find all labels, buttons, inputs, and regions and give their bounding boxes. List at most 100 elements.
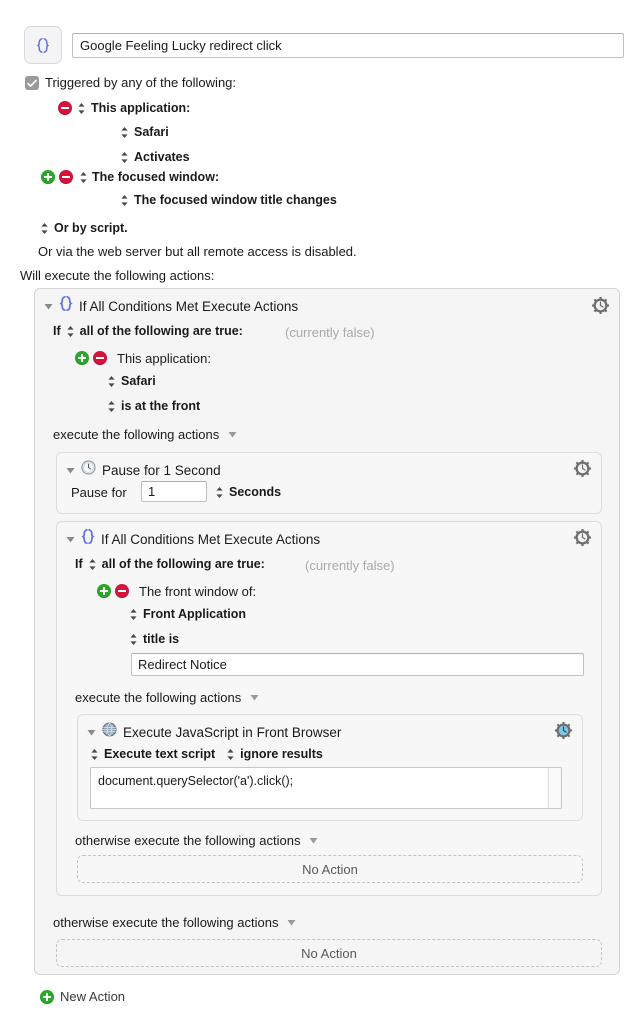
pause-unit-row[interactable]: Seconds	[215, 486, 281, 499]
stepper-icon[interactable]	[226, 748, 235, 761]
trigger-focused-window-row[interactable]: The focused window:	[41, 170, 219, 184]
checkmark-icon	[27, 79, 37, 88]
stepper-icon[interactable]	[40, 222, 49, 235]
gear-clock-icon[interactable]	[591, 296, 610, 315]
actions-header: Will execute the following actions:	[20, 268, 215, 283]
action-pause-title: Pause for 1 Second	[102, 462, 221, 478]
trigger-app-name-row[interactable]: Safari	[120, 126, 169, 139]
stepper-icon[interactable]	[215, 486, 224, 499]
braces-icon	[59, 295, 73, 316]
triangle-down-icon[interactable]	[287, 918, 296, 927]
inner-condition-window-row[interactable]: The front window of:	[97, 584, 256, 598]
triangle-down-icon[interactable]	[250, 693, 259, 702]
triangle-down-icon[interactable]	[228, 430, 237, 439]
outer-otherwise-row[interactable]: otherwise execute the following actions	[53, 916, 296, 929]
js-script-value: document.querySelector('a').click();	[98, 774, 294, 788]
pause-duration-value: 1	[148, 484, 156, 499]
outer-condition-app-state: is at the front	[121, 399, 201, 414]
inner-condition-match-row[interactable]: If all of the following are true:	[75, 558, 265, 571]
triangle-down-icon[interactable]	[87, 728, 96, 737]
stepper-icon[interactable]	[77, 102, 86, 115]
triggered-by-checkbox[interactable]	[25, 76, 39, 90]
minus-circle-icon[interactable]	[58, 101, 72, 115]
trigger-this-application-label: This application:	[91, 100, 191, 115]
outer-otherwise-label: otherwise execute the following actions	[53, 915, 279, 930]
inner-no-action-label: No Action	[302, 861, 358, 877]
outer-condition-app-label: This application:	[117, 350, 211, 366]
action-outer-title-row[interactable]: If All Conditions Met Execute Actions	[44, 295, 298, 316]
outer-condition-app-row[interactable]: This application:	[75, 351, 211, 365]
trigger-focused-window-label: The focused window:	[92, 169, 220, 184]
trigger-app-event-row[interactable]: Activates	[120, 151, 190, 164]
pause-duration-input[interactable]: 1	[141, 481, 207, 502]
trigger-focused-window-event-row[interactable]: The focused window title changes	[120, 194, 337, 207]
outer-condition-state: (currently false)	[285, 325, 375, 340]
stepper-icon[interactable]	[129, 608, 138, 621]
outer-no-action-label: No Action	[301, 945, 357, 961]
minus-circle-icon[interactable]	[59, 170, 73, 184]
gear-clock-blue-icon[interactable]	[554, 721, 573, 740]
stepper-icon[interactable]	[129, 633, 138, 646]
new-action-button[interactable]: New Action	[40, 989, 125, 1004]
plus-circle-icon[interactable]	[75, 351, 89, 365]
inner-otherwise-label: otherwise execute the following actions	[75, 833, 301, 848]
or-by-script-row[interactable]: Or by script.	[40, 222, 128, 235]
macro-icon-button[interactable]	[24, 26, 62, 64]
stepper-icon[interactable]	[120, 151, 129, 164]
inner-condition-title-input[interactable]: Redirect Notice	[131, 653, 584, 676]
braces-icon	[36, 37, 50, 53]
action-js-title-row[interactable]: Execute JavaScript in Front Browser	[87, 722, 341, 742]
minus-circle-icon[interactable]	[115, 584, 129, 598]
action-inner-title-row[interactable]: If All Conditions Met Execute Actions	[66, 528, 321, 549]
outer-execute-row[interactable]: execute the following actions	[53, 428, 237, 441]
inner-execute-row[interactable]: execute the following actions	[75, 691, 259, 704]
stepper-icon[interactable]	[66, 325, 75, 338]
plus-circle-icon[interactable]	[40, 989, 54, 1004]
macro-title-input[interactable]: Google Feeling Lucky redirect click	[72, 33, 624, 58]
action-if-all-conditions-outer[interactable]: If All Conditions Met Execute Actions If…	[34, 288, 620, 975]
stepper-icon[interactable]	[120, 194, 129, 207]
action-pause-title-row[interactable]: Pause for 1 Second	[66, 460, 221, 480]
js-script-scrollbar[interactable]	[548, 768, 561, 808]
outer-condition-app-name-row[interactable]: Safari	[107, 375, 156, 388]
stepper-icon[interactable]	[107, 400, 116, 413]
plus-circle-icon[interactable]	[41, 170, 55, 184]
outer-condition-app-state-row[interactable]: is at the front	[107, 400, 200, 413]
inner-otherwise-row[interactable]: otherwise execute the following actions	[75, 834, 318, 847]
triangle-down-icon[interactable]	[66, 535, 75, 544]
inner-no-action-placeholder[interactable]: No Action	[77, 855, 583, 883]
outer-no-action-placeholder[interactable]: No Action	[56, 939, 602, 967]
web-server-note: Or via the web server but all remote acc…	[38, 244, 357, 259]
outer-execute-label: execute the following actions	[53, 427, 220, 442]
inner-execute-label: execute the following actions	[75, 690, 242, 705]
js-results-label: ignore results	[240, 747, 323, 762]
js-script-input[interactable]: document.querySelector('a').click();	[90, 767, 562, 809]
triangle-down-icon[interactable]	[309, 836, 318, 845]
stepper-icon[interactable]	[88, 558, 97, 571]
macro-editor: Google Feeling Lucky redirect click Trig…	[0, 0, 643, 1024]
outer-match-label: all of the following are true:	[79, 324, 243, 339]
action-if-all-conditions-inner[interactable]: If All Conditions Met Execute Actions If…	[56, 521, 602, 896]
stepper-icon[interactable]	[120, 126, 129, 139]
inner-condition-target-row[interactable]: Front Application	[129, 608, 246, 621]
triggered-by-label: Triggered by any of the following:	[45, 75, 237, 90]
outer-condition-match-row[interactable]: If all of the following are true:	[53, 325, 243, 338]
minus-circle-icon[interactable]	[93, 351, 107, 365]
action-inner-title: If All Conditions Met Execute Actions	[101, 531, 321, 547]
gear-clock-icon[interactable]	[573, 528, 592, 547]
plus-circle-icon[interactable]	[97, 584, 111, 598]
inner-condition-window-label: The front window of:	[139, 583, 257, 599]
gear-clock-icon[interactable]	[573, 459, 592, 478]
action-execute-javascript[interactable]: Execute JavaScript in Front Browser Exec…	[77, 714, 583, 821]
stepper-icon[interactable]	[107, 375, 116, 388]
trigger-app-event-label: Activates	[134, 150, 190, 165]
stepper-icon[interactable]	[90, 748, 99, 761]
stepper-icon[interactable]	[79, 171, 88, 184]
triangle-down-icon[interactable]	[66, 466, 75, 475]
triangle-down-icon[interactable]	[44, 302, 53, 311]
trigger-this-application-row[interactable]: This application:	[58, 101, 190, 115]
js-source-row[interactable]: Execute text script ignore results	[90, 748, 323, 761]
inner-condition-operator-row[interactable]: title is	[129, 633, 179, 646]
action-pause[interactable]: Pause for 1 Second Pause for 1 Seconds	[56, 452, 602, 514]
inner-condition-operator-label: title is	[143, 632, 180, 647]
